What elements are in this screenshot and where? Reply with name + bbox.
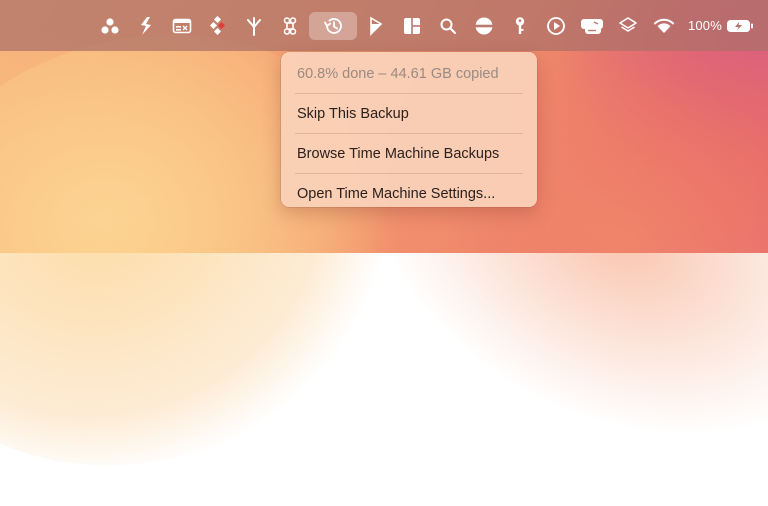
time-machine-menu: 60.8% done – 44.61 GB copied Skip This B… (281, 52, 537, 207)
open-settings-menu-item[interactable]: Open Time Machine Settings... (281, 177, 537, 210)
battery-charging-icon (726, 18, 754, 34)
menu-bar: 100% (0, 0, 768, 51)
battery-status[interactable]: 100% (683, 12, 759, 40)
battery-percent: 100% (687, 18, 722, 33)
menu-separator (295, 93, 523, 94)
play-circle-icon[interactable] (539, 12, 573, 40)
backup-progress-status: 60.8% done – 44.61 GB copied (297, 65, 499, 82)
command-icon[interactable] (273, 12, 307, 40)
branch-icon[interactable] (237, 12, 271, 40)
key-icon[interactable] (503, 12, 537, 40)
disc-icon[interactable] (467, 12, 501, 40)
wifi-icon[interactable] (647, 12, 681, 40)
menu-separator (295, 133, 523, 134)
diamond-pattern-icon[interactable] (201, 12, 235, 40)
fork-app-icon[interactable] (129, 12, 163, 40)
window-card-icon[interactable] (165, 12, 199, 40)
display-switch-icon[interactable] (575, 12, 609, 40)
three-dots-cluster-icon[interactable] (93, 12, 127, 40)
stack-layers-icon[interactable] (611, 12, 645, 40)
browse-backups-menu-item[interactable]: Browse Time Machine Backups (281, 137, 537, 170)
arrow-flag-icon[interactable] (359, 12, 393, 40)
window-layout-icon[interactable] (395, 12, 429, 40)
time-machine-icon[interactable] (308, 11, 357, 40)
menu-separator (295, 173, 523, 174)
search-icon[interactable] (431, 12, 465, 40)
skip-backup-menu-item[interactable]: Skip This Backup (281, 97, 537, 130)
